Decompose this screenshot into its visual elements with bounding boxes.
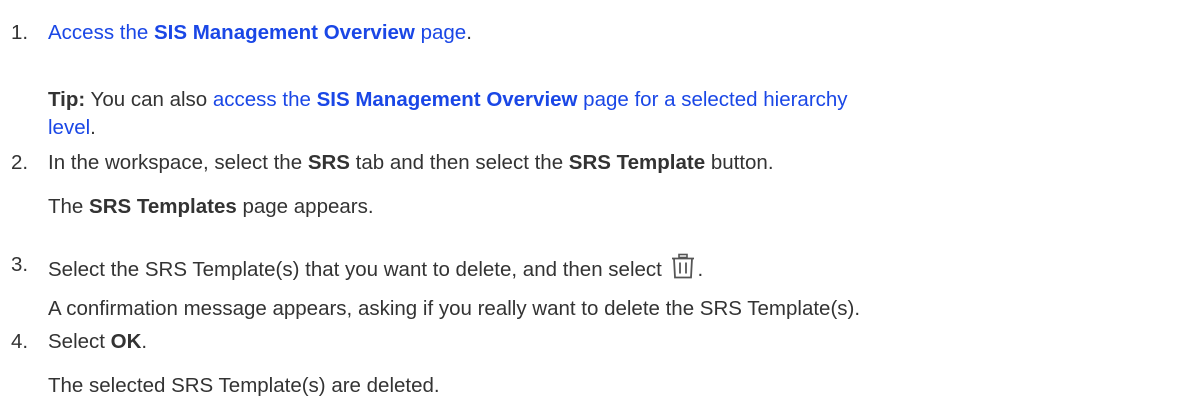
text-run: The bbox=[48, 195, 90, 218]
link-text: Access the bbox=[48, 21, 154, 44]
link-text: access the bbox=[212, 88, 317, 111]
bold-text: SRS Template bbox=[568, 151, 706, 174]
link-text: page bbox=[414, 21, 467, 44]
step-4-text: Select OK. bbox=[48, 330, 147, 354]
text-run: page appears. bbox=[236, 195, 374, 218]
bold-text: OK bbox=[110, 330, 142, 353]
step-1-number: 1. bbox=[11, 21, 29, 44]
step-2-number: 2. bbox=[11, 151, 29, 174]
step-1-text: Access the SIS Management Overview page. bbox=[48, 21, 472, 45]
tip-line-1: Tip: You can also access the SIS Managem… bbox=[48, 88, 848, 112]
sis-management-overview-link[interactable]: Access the SIS Management Overview page bbox=[48, 21, 466, 44]
link-bold-text: SIS Management Overview bbox=[153, 21, 415, 44]
step-3-number: 3. bbox=[11, 253, 29, 276]
tip-line-2: level. bbox=[48, 116, 96, 140]
text-run: In the workspace, select the bbox=[48, 151, 308, 174]
step-2-text: In the workspace, select the SRS tab and… bbox=[48, 151, 774, 175]
link-bold-text: SIS Management Overview bbox=[316, 88, 578, 111]
period: . bbox=[466, 21, 472, 44]
bold-text: SRS Templates bbox=[89, 195, 237, 218]
step-3-result: A confirmation message appears, asking i… bbox=[48, 297, 861, 320]
tip-text: You can also bbox=[85, 88, 213, 111]
text-run: button. bbox=[705, 151, 774, 174]
text-run: Select bbox=[48, 330, 111, 353]
link-text: page for a selected hierarchy bbox=[577, 88, 848, 111]
tip-label: Tip: bbox=[48, 88, 86, 111]
text-run: . bbox=[697, 258, 704, 281]
hierarchy-level-link[interactable]: access the SIS Management Overview page … bbox=[213, 88, 848, 111]
bold-text: SRS bbox=[307, 151, 350, 174]
text-run: Select the SRS Template(s) that you want… bbox=[48, 258, 668, 281]
step-2-result: The SRS Templates page appears. bbox=[48, 195, 374, 219]
step-4-result: The selected SRS Template(s) are deleted… bbox=[48, 374, 440, 397]
step-3-text: Select the SRS Template(s) that you want… bbox=[48, 253, 703, 282]
trash-icon bbox=[671, 253, 695, 279]
hierarchy-level-link-continued[interactable]: level bbox=[48, 116, 90, 139]
step-4-number: 4. bbox=[11, 330, 29, 353]
text-run: tab and then select the bbox=[349, 151, 569, 174]
text-run: . bbox=[141, 330, 148, 353]
period: . bbox=[90, 116, 96, 139]
